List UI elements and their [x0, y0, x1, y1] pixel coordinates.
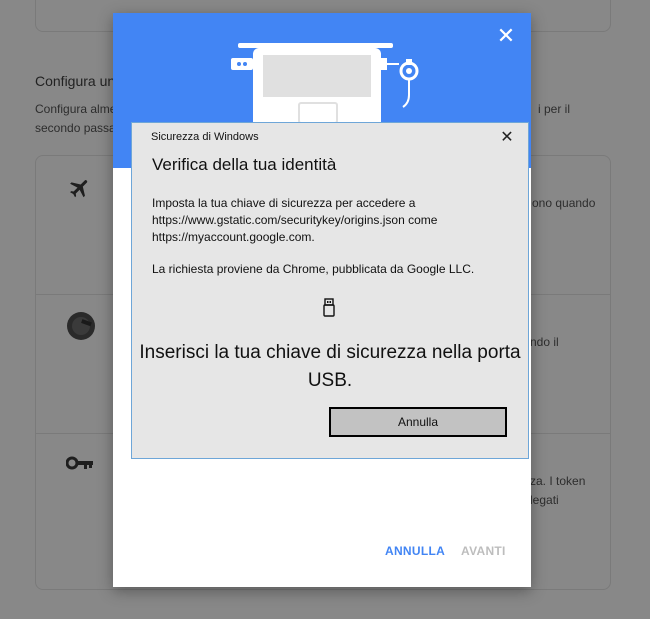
request-origin-text: La richiesta proviene da Chrome, pubblic… [152, 262, 475, 276]
row-text: ono quando [532, 196, 596, 210]
close-icon[interactable]: ✕ [495, 25, 517, 47]
key-icon [65, 456, 94, 475]
row-text: ndo il [530, 335, 559, 349]
cancel-button[interactable]: ANNULLA [385, 544, 445, 558]
section-description-tail: i per il [538, 102, 571, 116]
dialog-body-text: Imposta la tua chiave di sicurezza per a… [152, 196, 438, 244]
usb-key-icon [322, 298, 336, 323]
section-title: Configura un [35, 73, 116, 89]
next-button[interactable]: AVANTI [461, 544, 506, 558]
windows-security-dialog: Sicurezza di Windows ✕ Verifica della tu… [131, 122, 529, 459]
airplane-icon [68, 176, 92, 205]
row-text: za. I token legati [530, 474, 586, 507]
dialog-heading: Verifica della tua identità [152, 155, 337, 174]
close-icon[interactable]: ✕ [498, 127, 516, 147]
cancel-button[interactable]: Annulla [329, 407, 507, 437]
insert-key-instruction: Inserisci la tua chiave di sicurezza nel… [139, 342, 521, 391]
window-title: Sicurezza di Windows [151, 131, 259, 143]
phone-disc-icon [66, 311, 96, 346]
